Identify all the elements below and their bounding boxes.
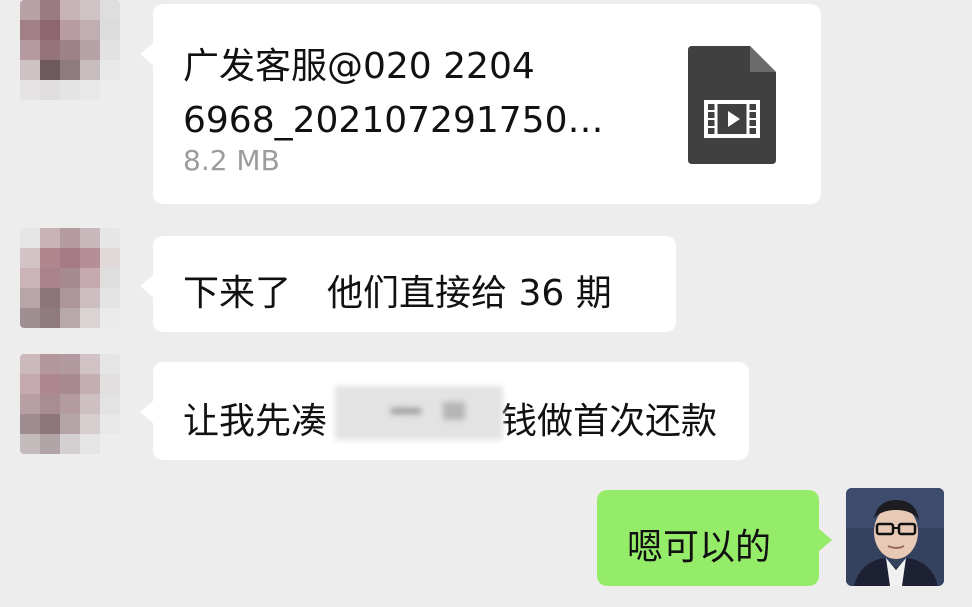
file-name: 广发客服@020 2204 6968_202107291750… — [183, 46, 604, 141]
self-avatar[interactable] — [846, 488, 944, 586]
contact-avatar[interactable] — [20, 354, 120, 454]
redaction-blur — [391, 408, 421, 414]
message-text-before: 让我先凑 — [183, 401, 328, 442]
file-size: 8.2 MB — [183, 144, 280, 177]
message-text-after: 钱做首次还款 — [501, 401, 718, 442]
file-message-bubble[interactable]: 广发客服@020 2204 6968_202107291750… 8.2 MB — [140, 4, 821, 204]
redaction-blur — [443, 402, 465, 420]
message-text: 下来了 他们直接给 36 期 — [183, 273, 612, 314]
contact-avatar[interactable] — [20, 0, 120, 100]
outgoing-message-bubble[interactable]: 嗯可以的 — [597, 490, 832, 586]
text-message-bubble[interactable]: 下来了 他们直接给 36 期 — [140, 236, 676, 332]
message-text: 嗯可以的 — [627, 527, 772, 568]
text-message-bubble[interactable]: 让我先凑 钱做首次还款 — [140, 362, 749, 460]
contact-avatar[interactable] — [20, 228, 120, 328]
video-file-icon — [688, 46, 776, 173]
